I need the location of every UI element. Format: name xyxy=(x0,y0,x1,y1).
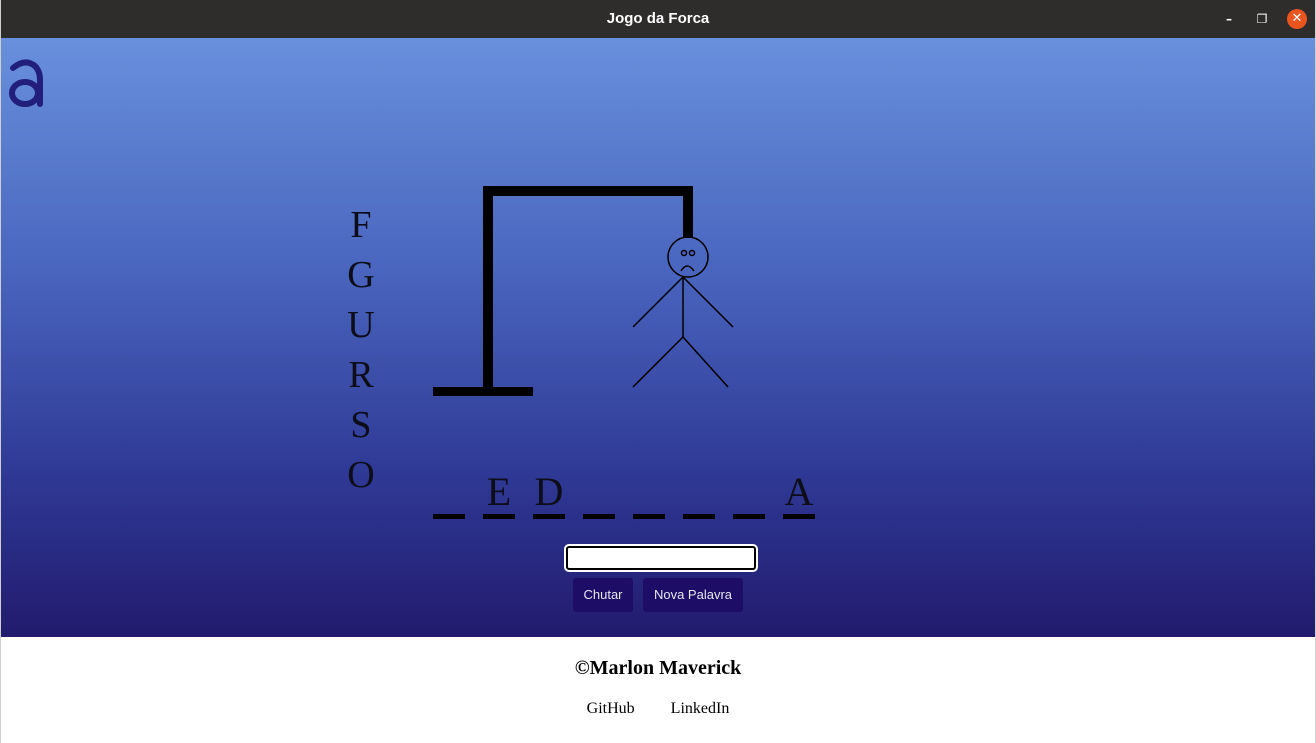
gallows-rope xyxy=(683,186,693,238)
hangman-leg-right xyxy=(682,336,729,388)
gallows-beam xyxy=(483,186,693,196)
hangman-frown xyxy=(680,265,695,272)
word-slot xyxy=(633,470,665,519)
window-border-left xyxy=(0,0,1,743)
word-slot xyxy=(683,470,715,519)
hangman-head xyxy=(667,236,709,278)
hangman-leg-left xyxy=(632,336,684,388)
word-slot: E xyxy=(483,470,515,519)
word-slot xyxy=(733,470,765,519)
maximize-icon[interactable]: ❐ xyxy=(1252,9,1272,29)
word-slot xyxy=(583,470,615,519)
window-titlebar: Jogo da Forca – ❐ ✕ xyxy=(0,0,1316,38)
hangman-eye-right xyxy=(688,249,696,257)
word-slot xyxy=(433,470,465,519)
footer-links: GitHub LinkedIn xyxy=(0,700,1316,718)
copyright-text: ©Marlon Maverick xyxy=(574,657,742,679)
github-link[interactable]: GitHub xyxy=(587,700,635,718)
footer: ©Marlon Maverick GitHub LinkedIn xyxy=(0,637,1316,743)
linkedin-link[interactable]: LinkedIn xyxy=(671,700,730,718)
hangman-arm-left xyxy=(632,276,684,328)
word-slot: A xyxy=(783,470,815,519)
gallows-pole xyxy=(483,186,493,391)
new-word-button[interactable]: Nova Palavra xyxy=(643,578,743,612)
hangman-eye-left xyxy=(680,249,688,257)
word-slot: D xyxy=(533,470,565,519)
guess-input[interactable] xyxy=(564,544,758,572)
hangman-figure xyxy=(632,236,734,388)
close-icon[interactable]: ✕ xyxy=(1287,9,1307,29)
game-area: F G U R S O E D A Chutar Nova Palavra xyxy=(1,38,1315,637)
guess-button[interactable]: Chutar xyxy=(573,578,633,612)
minimize-icon[interactable]: – xyxy=(1219,9,1239,29)
hangman-arm-right xyxy=(682,276,734,328)
window-title: Jogo da Forca xyxy=(606,10,710,27)
